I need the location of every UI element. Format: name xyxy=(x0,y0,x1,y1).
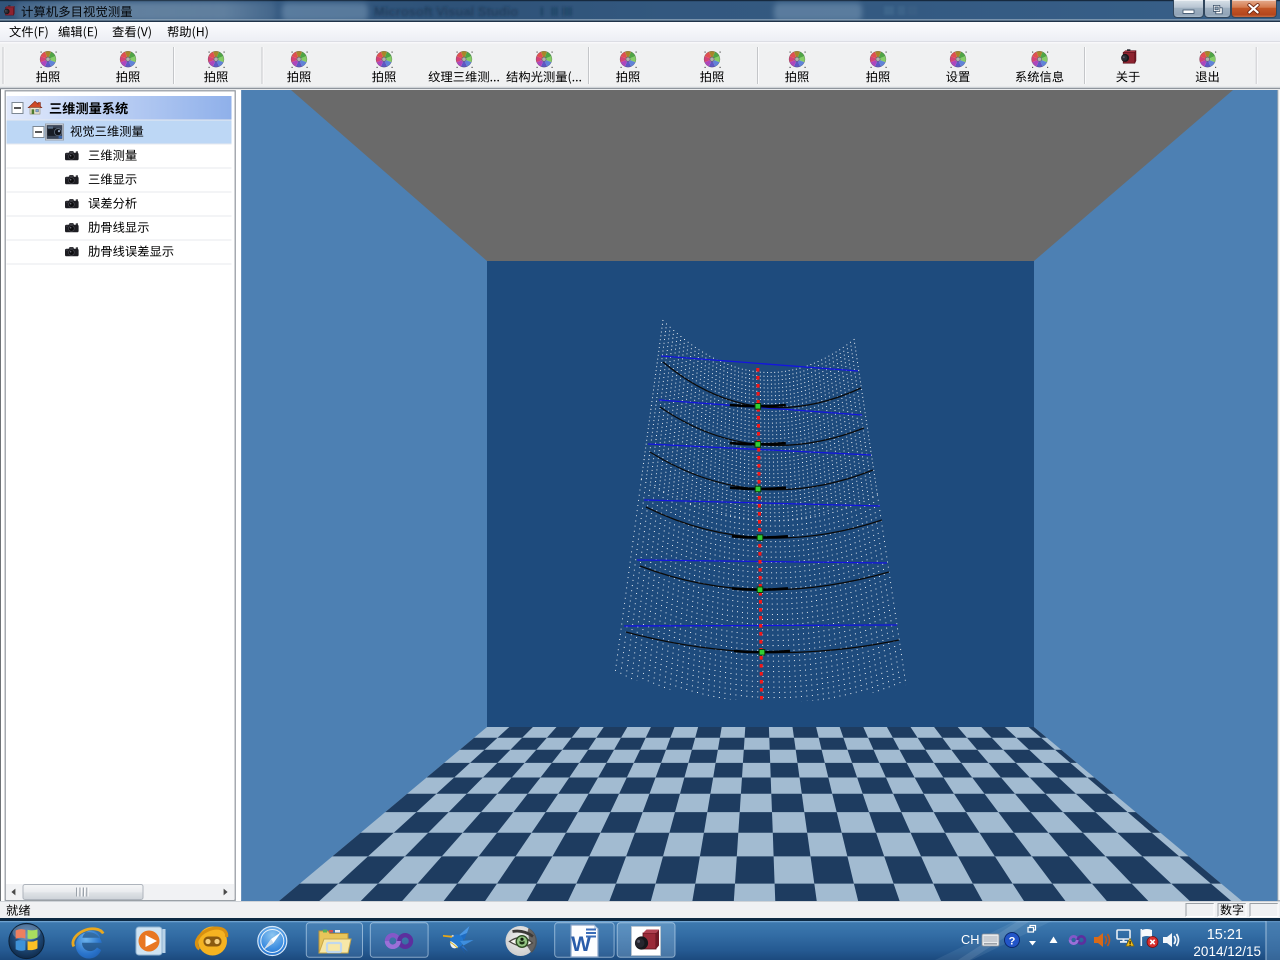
svg-text:2014/12/15: 2014/12/15 xyxy=(1193,944,1261,959)
svg-text:CH: CH xyxy=(961,932,979,947)
svg-text:?: ? xyxy=(1009,936,1016,948)
svg-text:I II III: I II III xyxy=(540,4,573,19)
svg-text:Microsoft Visual Studio: Microsoft Visual Studio xyxy=(374,4,518,19)
svg-text:15:21: 15:21 xyxy=(1207,927,1243,943)
